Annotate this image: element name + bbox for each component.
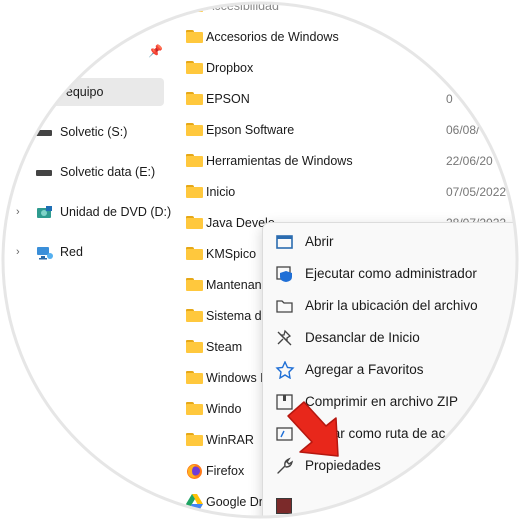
chevron-right-icon[interactable]: ›	[16, 166, 30, 178]
folder-outline-icon	[275, 297, 295, 315]
list-item[interactable]: Herramientas de Windows 22/06/20	[178, 147, 520, 175]
sidebar-item-label: Solvetic (S:)	[60, 125, 128, 139]
dvd-icon	[36, 205, 54, 219]
winrar-icon	[276, 498, 292, 514]
folder-icon	[186, 216, 203, 229]
firefox-icon	[186, 463, 203, 479]
menu-item-open-file-location[interactable]: Abrir la ubicación del archivo	[263, 289, 520, 321]
navigation-pane: 📌 te equipo › Solvetic (S:) › Solvetic d…	[0, 0, 172, 520]
folder-icon	[186, 402, 203, 415]
google-drive-icon	[186, 494, 203, 509]
context-menu: Abrir Ejecutar como administrador Abrir …	[262, 222, 520, 520]
sidebar-item-label: Unidad de DVD (D:)	[60, 205, 172, 219]
list-item[interactable]: Dropbox	[178, 54, 520, 82]
list-item[interactable]: Accesibilidad	[178, 0, 520, 20]
folder-icon	[186, 247, 203, 260]
folder-icon	[186, 61, 203, 74]
unpin-icon	[275, 329, 295, 347]
chevron-right-icon[interactable]: ›	[16, 126, 30, 138]
folder-icon	[186, 309, 203, 322]
menu-item-open[interactable]: Abrir	[263, 225, 520, 257]
folder-icon	[186, 340, 203, 353]
menu-item-add-favorites[interactable]: Agregar a Favoritos	[263, 353, 520, 385]
folder-icon	[186, 123, 203, 136]
menu-item-unpin-start[interactable]: Desanclar de Inicio	[263, 321, 520, 353]
open-window-icon	[275, 233, 295, 251]
network-icon	[36, 245, 54, 260]
sidebar-item-solvetic-s[interactable]: › Solvetic (S:)	[0, 118, 172, 146]
sidebar-item-dvd-d[interactable]: › Unidad de DVD (D:)	[0, 198, 172, 226]
chevron-right-icon[interactable]: ›	[16, 206, 30, 218]
red-arrow-icon	[287, 401, 339, 457]
sidebar-item-network[interactable]: › Red	[0, 238, 172, 266]
folder-icon	[186, 278, 203, 291]
list-item[interactable]: Accesorios de Windows	[178, 23, 520, 51]
list-item[interactable]	[270, 494, 300, 518]
sidebar-item-label: Red	[60, 245, 83, 259]
folder-icon	[186, 371, 203, 384]
list-item[interactable]: Inicio 07/05/2022	[178, 178, 520, 206]
list-item[interactable]: EPSON 0	[178, 85, 520, 113]
sidebar-item-label: te equipo	[52, 85, 104, 99]
pin-icon[interactable]: 📌	[148, 44, 163, 58]
folder-icon	[186, 30, 203, 43]
chevron-right-icon[interactable]: ›	[16, 246, 30, 258]
sidebar-item-label: Solvetic data (E:)	[60, 165, 156, 179]
menu-item-run-as-admin[interactable]: Ejecutar como administrador	[263, 257, 520, 289]
drive-icon	[36, 125, 54, 139]
folder-icon	[186, 185, 203, 198]
folder-icon	[186, 0, 203, 12]
star-outline-icon	[275, 360, 295, 380]
drive-icon	[36, 165, 54, 179]
folder-icon	[186, 433, 203, 446]
folder-icon	[186, 92, 203, 105]
shield-icon	[275, 265, 295, 283]
sidebar-item-this-pc[interactable]: te equipo	[40, 78, 164, 106]
explorer-window: 📌 te equipo › Solvetic (S:) › Solvetic d…	[0, 0, 520, 520]
sidebar-item-solvetic-data-e[interactable]: › Solvetic data (E:)	[0, 158, 172, 186]
folder-icon	[186, 154, 203, 167]
list-item[interactable]: Epson Software 06/08/	[178, 116, 520, 144]
